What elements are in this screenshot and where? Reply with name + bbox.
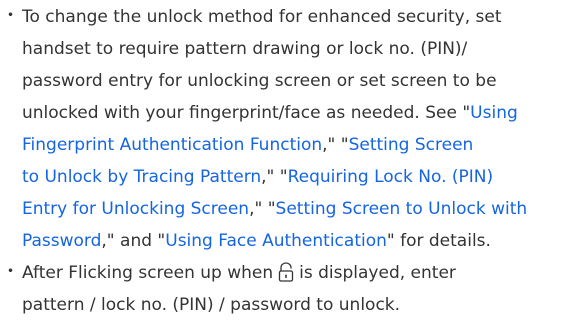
link-using-fingerprint-part2[interactable]: Fingerprint Authentication Function — [22, 135, 322, 155]
link-setting-screen-password-part2[interactable]: Password — [22, 231, 101, 251]
link-using-fingerprint-part1[interactable]: Using — [470, 103, 518, 123]
link-requiring-lock-pin-part2[interactable]: Entry for Unlocking Screen — [22, 199, 249, 219]
link-using-face-authentication[interactable]: Using Face Authentication — [165, 231, 387, 251]
link-setting-screen-password-part1[interactable]: Setting Screen to Unlock with — [276, 199, 528, 219]
text-line: to Unlock by Tracing Pattern," "Requirin… — [22, 167, 494, 187]
link-setting-screen-pattern-part2[interactable]: to Unlock by Tracing Pattern — [22, 167, 261, 187]
bullet-marker: ・ — [2, 6, 19, 26]
bullet-marker: ・ — [2, 262, 19, 282]
text-line: After Flicking screen up when is displaye… — [22, 261, 456, 283]
bullet-item-unlock-method: ・ To change the unlock method for enhanc… — [0, 1, 584, 257]
unlock-icon — [277, 261, 295, 282]
bullet-item-unlock-steps: ・ After Flicking screen up when is displa… — [0, 257, 584, 321]
text-line: Fingerprint Authentication Function," "S… — [22, 135, 474, 155]
link-requiring-lock-pin-part1[interactable]: Requiring Lock No. (PIN) — [288, 167, 494, 187]
text-line: handset to require pattern drawing or lo… — [22, 39, 468, 59]
text-line: unlocked with your fingerprint/face as n… — [22, 103, 518, 123]
text-line: To change the unlock method for enhanced… — [22, 7, 502, 27]
text-line: Entry for Unlocking Screen," "Setting Sc… — [22, 199, 528, 219]
link-setting-screen-pattern-part1[interactable]: Setting Screen — [349, 135, 474, 155]
text-line: password entry for unlocking screen or s… — [22, 71, 497, 91]
text-line: Password," and "Using Face Authenticatio… — [22, 231, 491, 251]
text-line: pattern / lock no. (PIN) / password to u… — [22, 295, 401, 315]
